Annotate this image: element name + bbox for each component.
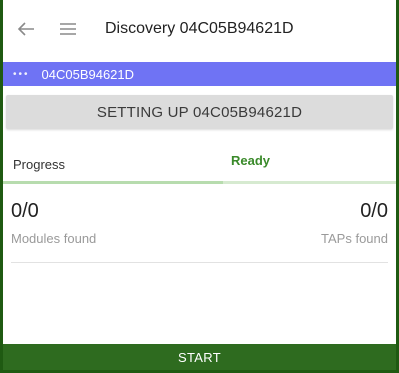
taps-found-caption: TAPs found xyxy=(321,231,388,246)
setup-status-banner: SETTING UP 04C05B94621D xyxy=(6,95,393,129)
top-app-bar: Discovery 04C05B94621D xyxy=(3,0,396,58)
progress-status-row: Progress Ready xyxy=(3,143,396,183)
modules-found-stat: 0/0 Modules found xyxy=(11,200,96,246)
progress-bar xyxy=(3,181,396,184)
modules-found-value: 0/0 xyxy=(11,200,39,222)
start-button[interactable]: START xyxy=(3,344,396,370)
more-horizontal-icon: ••• xyxy=(13,68,30,80)
device-id-label: 04C05B94621D xyxy=(41,66,135,82)
progress-label: Progress xyxy=(13,157,66,172)
ready-status-label: Ready xyxy=(231,153,271,168)
device-id-bar[interactable]: ••• 04C05B94621D xyxy=(3,62,396,86)
taps-found-stat: 0/0 TAPs found xyxy=(321,200,388,246)
page-title: Discovery 04C05B94621D xyxy=(105,20,294,37)
modules-found-caption: Modules found xyxy=(11,231,97,246)
progress-bar-fill xyxy=(3,181,224,184)
arrow-left-icon[interactable] xyxy=(13,16,39,42)
app-screen: Discovery 04C05B94621D ••• 04C05B94621D … xyxy=(0,0,399,373)
taps-found-value: 0/0 xyxy=(360,200,388,222)
divider xyxy=(11,262,388,263)
hamburger-menu-icon[interactable] xyxy=(55,16,81,42)
